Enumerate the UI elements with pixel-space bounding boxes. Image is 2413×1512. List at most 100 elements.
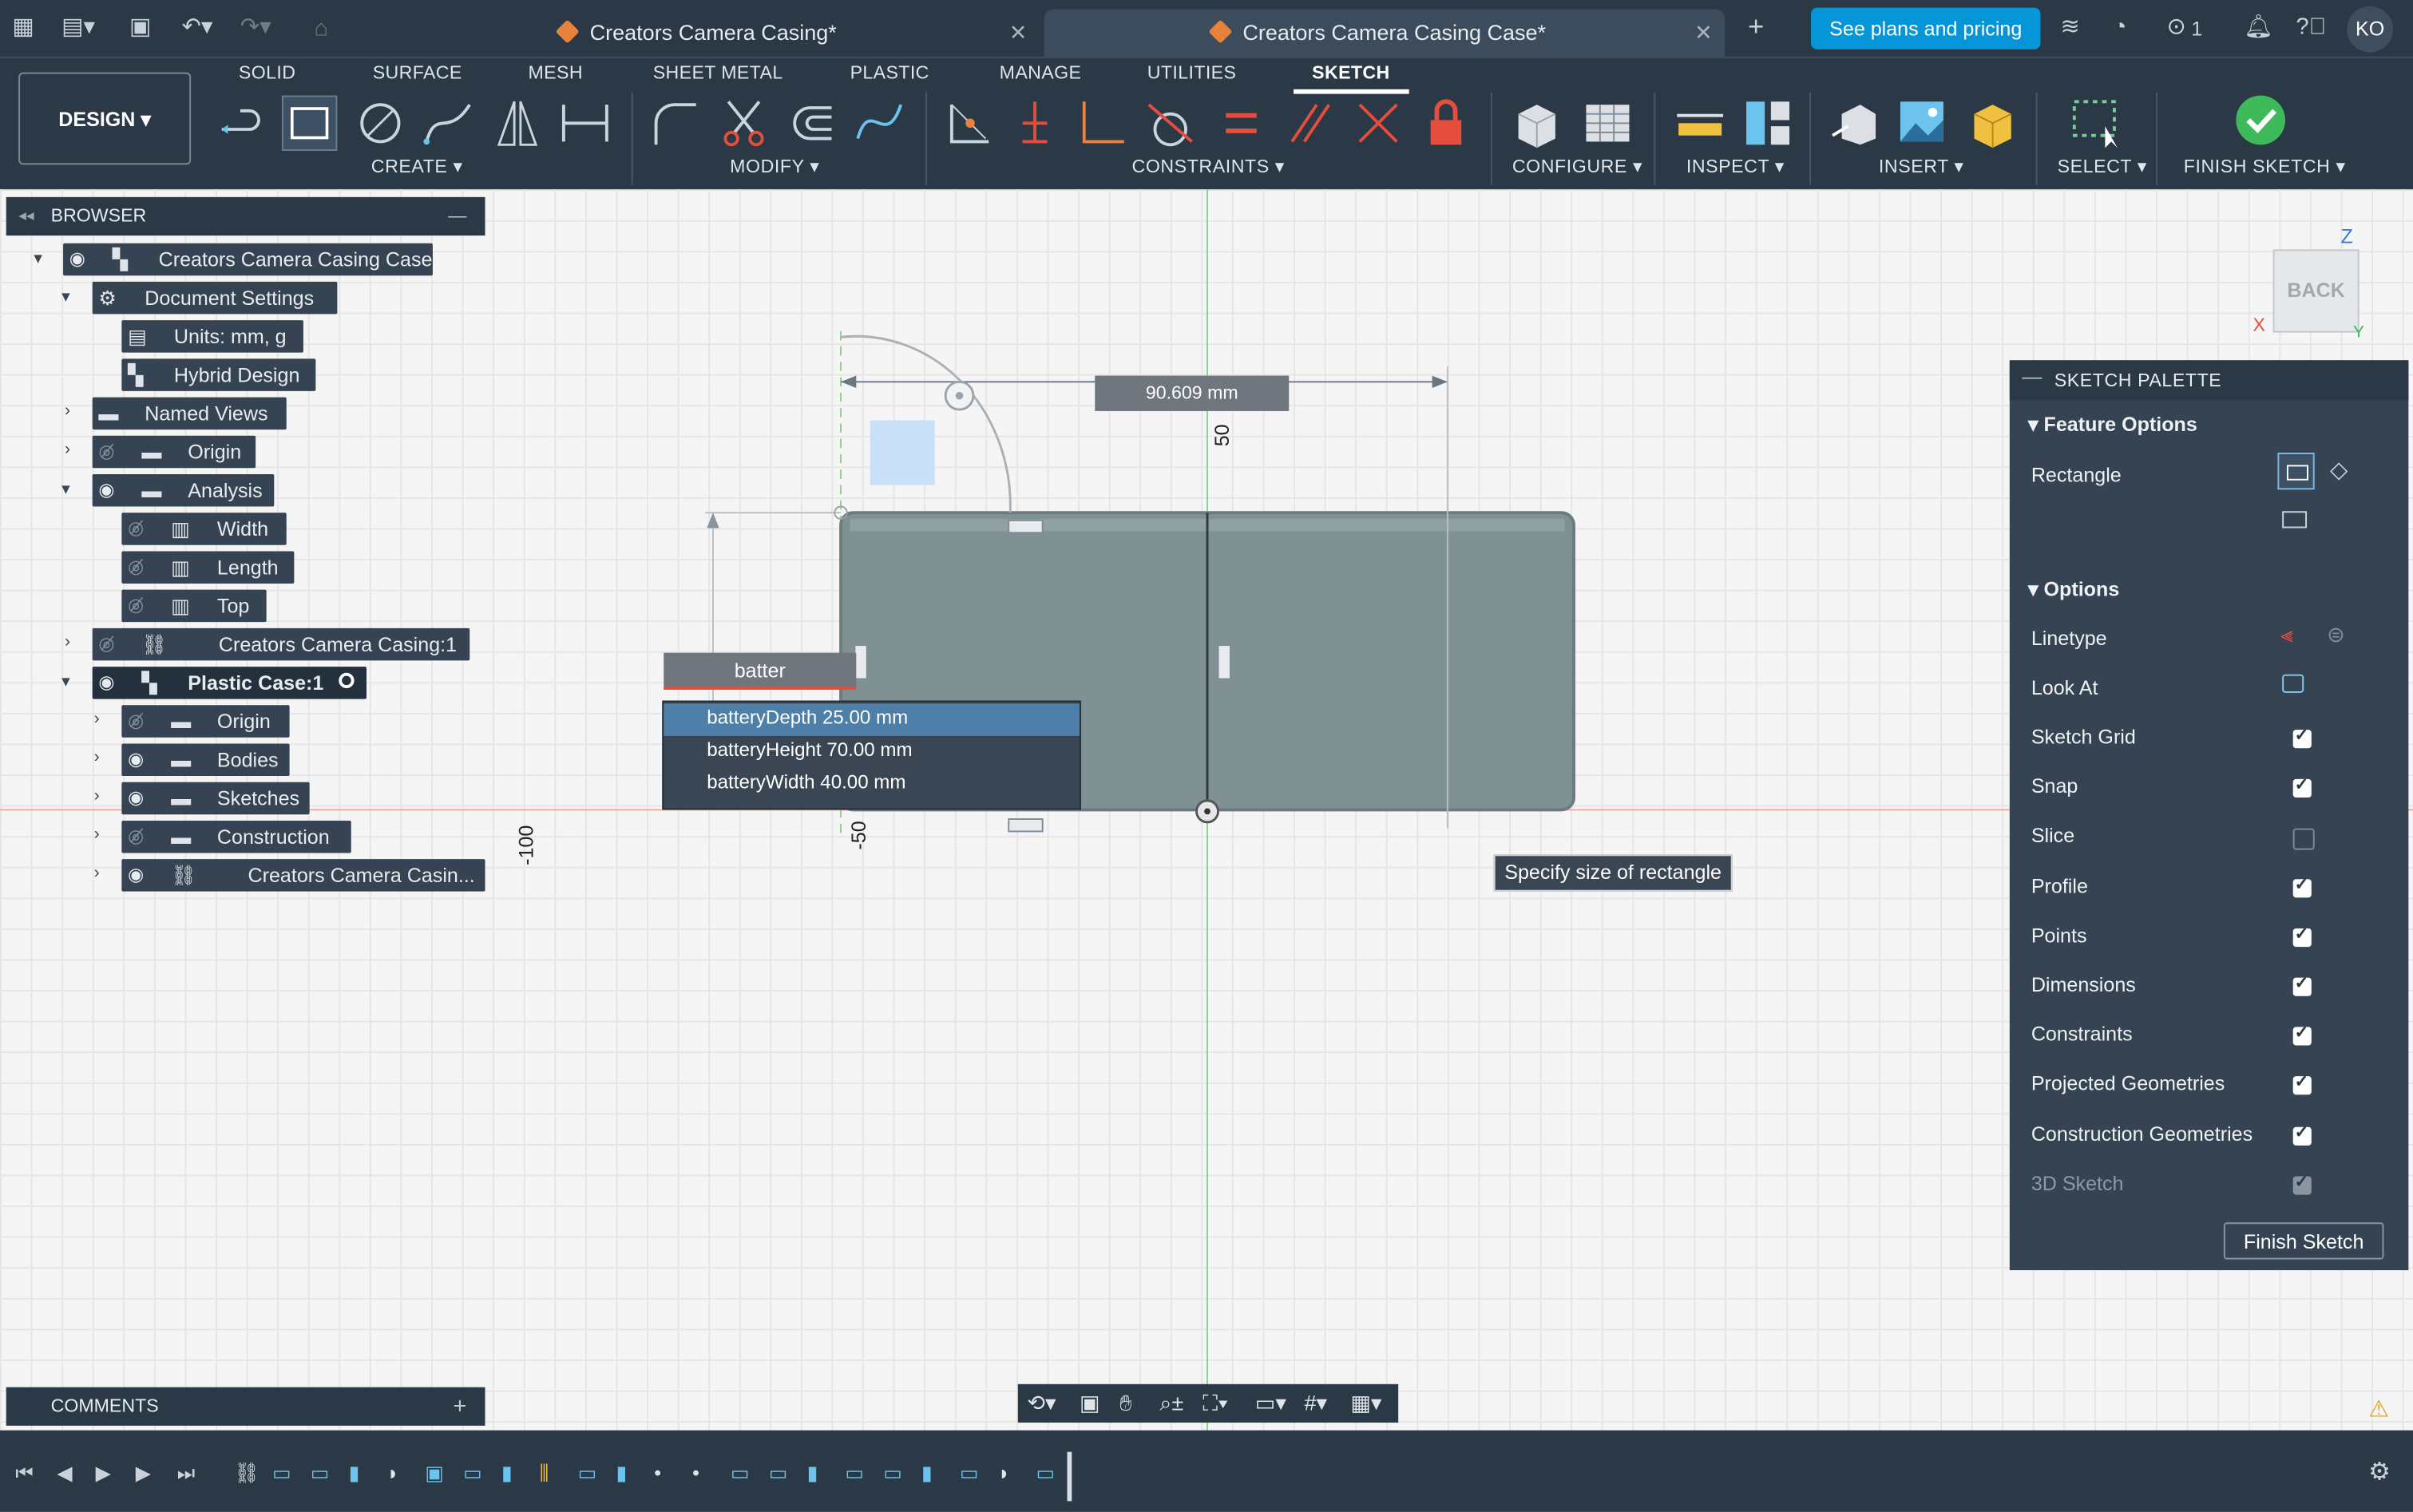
expand-chevron-icon[interactable]: ▾	[34, 248, 42, 267]
expand-chevron-icon[interactable]: ›	[65, 402, 70, 420]
group-inspect[interactable]: INSPECT ▾	[1686, 156, 1785, 177]
look-at-icon[interactable]: ▣	[1080, 1384, 1100, 1423]
tree-units[interactable]: ▤ Units: mm, g	[121, 320, 303, 353]
hidden-eye-icon[interactable]: ◎̸	[128, 705, 144, 738]
tab-sheet-metal[interactable]: SHEET METAL	[653, 61, 783, 83]
timeline-feature-icon[interactable]: ▭	[883, 1459, 902, 1487]
group-finish-sketch[interactable]: FINISH SKETCH ▾	[2184, 156, 2346, 177]
display-settings-icon[interactable]: ▭▾	[1255, 1384, 1286, 1423]
equal-icon[interactable]	[1214, 96, 1269, 151]
timeline-feature-icon[interactable]: •	[692, 1459, 699, 1487]
tree-sketches[interactable]: ◉ ▬ Sketches	[121, 782, 310, 815]
timeline-feature-icon[interactable]: ▮	[501, 1459, 513, 1487]
tree-camera-casing-link[interactable]: ◎̸ ⛓ Creators Camera Casing:1	[92, 627, 470, 661]
tree-root[interactable]: ◉ ▚ Creators Camera Casing Case	[63, 243, 433, 276]
save-icon[interactable]: ▣	[129, 14, 151, 42]
new-tab-plus-icon[interactable]: +	[1748, 12, 1764, 40]
hidden-eye-icon[interactable]: ◎̸	[128, 821, 144, 853]
group-select[interactable]: SELECT ▾	[2058, 156, 2147, 177]
document-tab-1[interactable]: Creators Camera Casing* ✕	[539, 10, 1040, 57]
toggle-checkbox[interactable]	[2292, 874, 2312, 897]
feature-options-section[interactable]: ▾ Feature Options	[2028, 413, 2197, 437]
timeline-feature-icon[interactable]: ▮	[807, 1459, 818, 1487]
timeline-feature-icon[interactable]: ◗	[998, 1459, 1010, 1487]
viewports-icon[interactable]: ▦▾	[1350, 1384, 1381, 1423]
timeline-feature-icon[interactable]: ▣	[425, 1459, 444, 1487]
insert-derive-icon[interactable]	[1826, 96, 1881, 151]
timeline-feature-icon[interactable]: •	[654, 1459, 661, 1487]
timeline-feature-icon[interactable]: ▭	[463, 1459, 482, 1487]
timeline-feature-icon[interactable]: ▭	[272, 1459, 291, 1487]
document-tab-2[interactable]: Creators Camera Casing Case* ✕	[1044, 9, 1726, 57]
tree-origin[interactable]: ◎̸ ▬ Origin	[92, 435, 256, 469]
close-icon[interactable]: ✕	[1694, 10, 1713, 57]
tree-analysis-length[interactable]: ◎̸ ▥ Length	[121, 551, 295, 584]
tab-surface[interactable]: SURFACE	[373, 61, 462, 83]
collapse-panel-icon[interactable]: ◂◂	[18, 197, 34, 236]
visibility-eye-icon[interactable]: ◉	[128, 744, 144, 777]
timeline-settings-gear-icon[interactable]: ⚙	[2368, 1459, 2391, 1487]
notifications-bell-icon[interactable]: 🔔︎	[2244, 14, 2273, 42]
timeline-marker[interactable]	[1067, 1451, 1072, 1502]
measure-icon[interactable]	[1672, 96, 1727, 151]
browser-header[interactable]: ◂◂ BROWSER —	[6, 196, 485, 236]
play-icon[interactable]: ▶︎	[96, 1459, 111, 1487]
expand-chevron-icon[interactable]: ›	[94, 825, 100, 844]
timeline-feature-icon[interactable]: ▭	[960, 1459, 979, 1487]
home-icon[interactable]: ⌂	[314, 15, 327, 43]
expand-chevron-icon[interactable]: ›	[94, 748, 100, 766]
centerline-linetype-icon[interactable]: ⊜	[2327, 622, 2345, 648]
configure-table-icon[interactable]	[1580, 96, 1635, 151]
tree-casing-link-2[interactable]: ◉ ⛓ Creators Camera Casin...	[121, 859, 485, 892]
timeline-feature-icon[interactable]: ▭	[731, 1459, 750, 1487]
two-point-rectangle-icon[interactable]	[2277, 453, 2315, 490]
insert-mesh-icon[interactable]	[1965, 96, 2020, 151]
rectangle-icon[interactable]	[281, 95, 338, 152]
toggle-checkbox[interactable]	[2292, 725, 2312, 749]
hidden-eye-icon[interactable]: ◎̸	[98, 628, 114, 661]
configure-cube-icon[interactable]	[1509, 96, 1564, 151]
visibility-eye-icon[interactable]: ◉	[128, 859, 144, 892]
spline-icon[interactable]	[852, 96, 907, 151]
construction-linetype-icon[interactable]: ⫷	[2280, 622, 2292, 648]
tab-manage[interactable]: MANAGE	[1000, 61, 1082, 83]
autocomplete-item[interactable]: batteryDepth 25.00 mm	[707, 707, 908, 728]
viewcube[interactable]: BACK	[2272, 249, 2360, 333]
expand-chevron-icon[interactable]: ▾	[61, 287, 70, 307]
parallel-icon[interactable]	[1283, 96, 1338, 151]
hidden-eye-icon[interactable]: ◎̸	[128, 513, 144, 545]
finish-sketch-button[interactable]: Finish Sketch	[2223, 1222, 2384, 1260]
expand-chevron-icon[interactable]: ▾	[61, 479, 70, 499]
tree-hybrid-design[interactable]: ▚ Hybrid Design	[121, 358, 316, 391]
arc-icon[interactable]	[421, 96, 476, 151]
tab-mesh[interactable]: MESH	[529, 61, 583, 83]
tree-document-settings[interactable]: ⚙ Document Settings	[92, 281, 338, 315]
hidden-eye-icon[interactable]: ◎̸	[128, 551, 144, 584]
trim-scissors-icon[interactable]	[716, 96, 771, 151]
step-back-icon[interactable]: ◀︎	[57, 1459, 72, 1487]
close-icon[interactable]: ✕	[1009, 10, 1028, 57]
tree-plastic-origin[interactable]: ◎̸ ▬ Origin	[121, 705, 290, 738]
group-constraints[interactable]: CONSTRAINTS ▾	[1132, 156, 1285, 177]
toggle-checkbox[interactable]	[2292, 1023, 2312, 1046]
hidden-eye-icon[interactable]: ◎̸	[128, 590, 144, 623]
tab-utilities[interactable]: UTILITIES	[1147, 61, 1236, 83]
timeline-feature-icon[interactable]: ▮	[616, 1459, 627, 1487]
timeline-feature-icon[interactable]: ▭	[769, 1459, 788, 1487]
line-icon[interactable]	[216, 96, 271, 151]
toggle-checkbox[interactable]	[2292, 1171, 2312, 1195]
dimension-icon[interactable]	[557, 96, 612, 151]
timeline-feature-icon[interactable]: ▭	[578, 1459, 597, 1487]
tree-analysis-top[interactable]: ◎̸ ▥ Top	[121, 589, 267, 623]
select-window-icon[interactable]	[2068, 96, 2123, 151]
timeline-feature-icon[interactable]: ◗	[386, 1459, 398, 1487]
visibility-eye-icon[interactable]: ◉	[69, 243, 85, 276]
help-icon[interactable]: ?⃝	[2296, 14, 2327, 42]
tangent-icon[interactable]	[1143, 96, 1198, 151]
visibility-eye-icon[interactable]: ◉	[128, 782, 144, 815]
workspace-switcher[interactable]: DESIGN ▾	[18, 72, 192, 165]
timeline-feature-icon[interactable]: ⛓	[234, 1459, 260, 1487]
tab-solid[interactable]: SOLID	[239, 61, 295, 83]
expand-chevron-icon[interactable]: ›	[94, 787, 100, 805]
app-grid-icon[interactable]: ▦	[12, 14, 34, 42]
